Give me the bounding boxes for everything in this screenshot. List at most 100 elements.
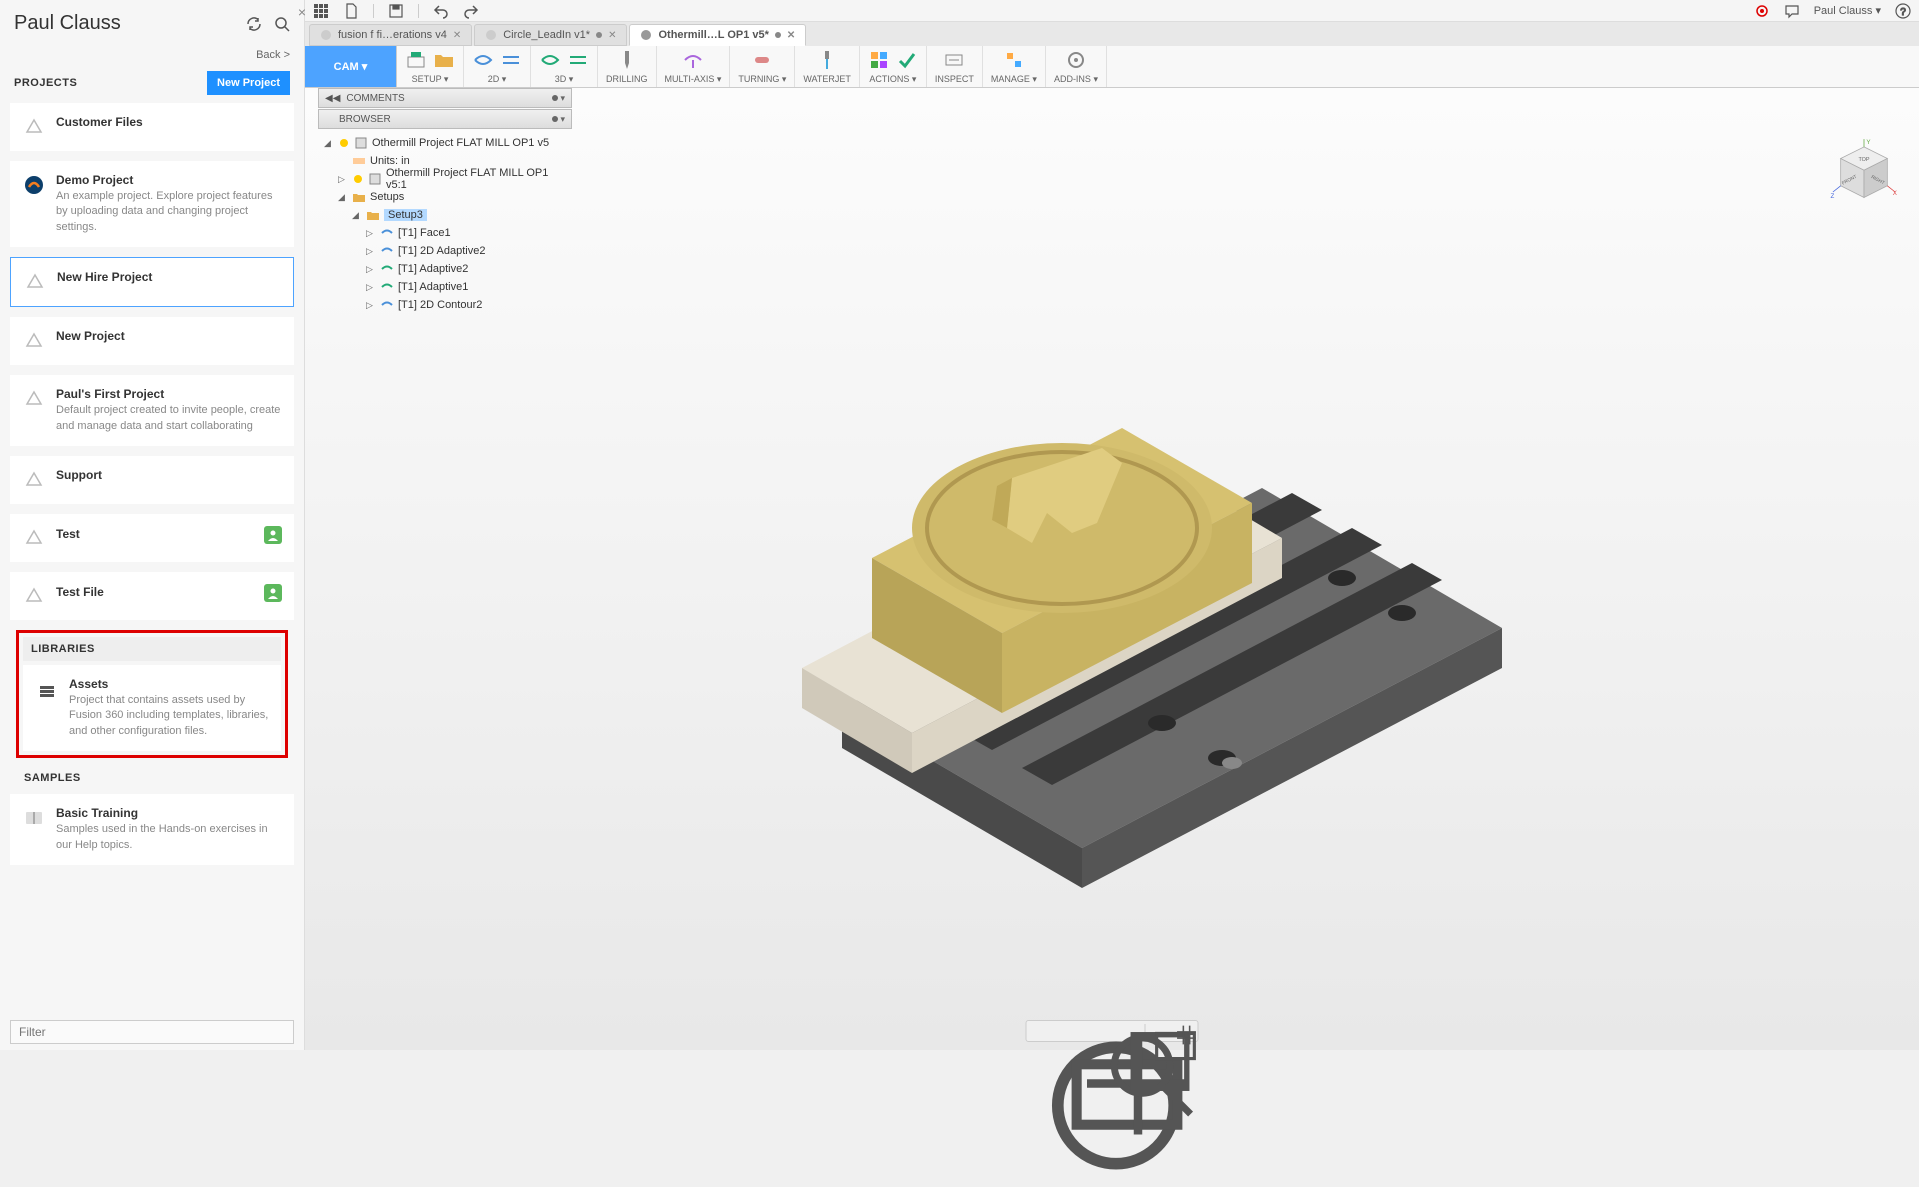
ribbon-group-addins[interactable]: ADD-INS ▾: [1046, 46, 1107, 87]
save-icon[interactable]: [388, 3, 404, 19]
tree-label: [T1] 2D Adaptive2: [398, 245, 485, 257]
chevron-down-icon[interactable]: ▾: [560, 93, 565, 104]
project-item[interactable]: Support: [10, 456, 294, 504]
tree-operation[interactable]: ▷ [T1] Adaptive2: [318, 260, 572, 278]
undo-icon[interactable]: [433, 3, 449, 19]
assets-icon: [35, 677, 59, 701]
tree-arrow-icon[interactable]: ▷: [366, 282, 376, 293]
orbit-icon[interactable]: [1035, 1024, 1049, 1038]
tree-arrow-icon[interactable]: ◢: [338, 192, 348, 203]
tree-arrow-icon[interactable]: ▷: [366, 300, 376, 311]
tree-arrow-icon[interactable]: ◢: [324, 138, 334, 149]
tree-arrow-icon[interactable]: ▷: [338, 174, 348, 185]
ribbon-group-turning[interactable]: TURNING ▾: [730, 46, 795, 87]
separator: [418, 4, 419, 18]
comments-label: COMMENTS: [346, 93, 404, 104]
sample-item[interactable]: Basic Training Samples used in the Hands…: [10, 794, 294, 865]
tree-operation[interactable]: ▷ [T1] Adaptive1: [318, 278, 572, 296]
project-item[interactable]: New Project: [10, 317, 294, 365]
visibility-bulb-icon[interactable]: [338, 137, 350, 149]
refresh-icon[interactable]: [246, 16, 262, 32]
document-tab[interactable]: Circle_LeadIn v1* ✕: [474, 24, 627, 46]
user-menu[interactable]: Paul Clauss ▾: [1814, 4, 1881, 17]
filter-input[interactable]: [10, 1020, 294, 1044]
svg-text:?: ?: [1900, 7, 1906, 18]
project-name: New Project: [56, 329, 282, 343]
ribbon-group-waterjet[interactable]: WATERJET: [795, 46, 860, 87]
project-item[interactable]: Customer Files: [10, 103, 294, 151]
project-list: Customer Files Demo Project An example p…: [0, 103, 304, 1014]
visibility-bulb-icon[interactable]: [352, 173, 364, 185]
folder-icon: [366, 208, 380, 222]
tree-operation[interactable]: ▷ [T1] 2D Contour2: [318, 296, 572, 314]
tree-root[interactable]: ◢ Othermill Project FLAT MILL OP1 v5: [318, 134, 572, 152]
tab-close-icon[interactable]: ✕: [608, 30, 616, 41]
svg-text:TOP: TOP: [1858, 157, 1869, 163]
tree-operation[interactable]: ▷ [T1] 2D Adaptive2: [318, 242, 572, 260]
project-item[interactable]: Demo Project An example project. Explore…: [10, 161, 294, 247]
close-panel-icon[interactable]: ×: [298, 4, 306, 20]
tree-arrow-icon[interactable]: ▷: [366, 246, 376, 257]
ribbon-group-3d[interactable]: 3D ▾: [531, 46, 598, 87]
comments-panel-header[interactable]: ◀◀ COMMENTS ▾: [318, 88, 572, 108]
browser-label: BROWSER: [339, 114, 391, 125]
tree-arrow-icon[interactable]: ▷: [366, 264, 376, 275]
project-item[interactable]: Paul's First Project Default project cre…: [10, 375, 294, 446]
ribbon-group-2d[interactable]: 2D ▾: [464, 46, 531, 87]
workspace-switcher[interactable]: CAM ▾: [305, 46, 397, 87]
ribbon-group-drilling[interactable]: DRILLING: [598, 46, 657, 87]
document-tab[interactable]: fusion f fi…erations v4 ✕: [309, 24, 472, 46]
library-item-assets[interactable]: Assets Project that contains assets used…: [23, 665, 281, 751]
view-cube[interactable]: TOP FRONT RIGHT X Y Z: [1829, 138, 1899, 218]
search-icon[interactable]: [274, 16, 290, 32]
zoom-icon[interactable]: [1101, 1024, 1115, 1038]
project-item-selected[interactable]: New Hire Project: [10, 257, 294, 307]
panel-options-icon[interactable]: [552, 116, 558, 122]
tree-arrow-icon[interactable]: ▷: [366, 228, 376, 239]
project-triangle-icon: [22, 329, 46, 353]
help-icon[interactable]: ?: [1895, 3, 1911, 19]
inspect-icon: [943, 49, 965, 71]
project-name: New Hire Project: [57, 270, 281, 284]
fit-icon[interactable]: [1123, 1024, 1137, 1038]
pan-icon[interactable]: [1079, 1024, 1093, 1038]
ribbon-group-inspect[interactable]: INSPECT: [927, 46, 983, 87]
display-icon[interactable]: [1154, 1024, 1168, 1038]
look-icon[interactable]: [1057, 1024, 1071, 1038]
panel-options-icon[interactable]: [552, 95, 558, 101]
record-icon[interactable]: [1754, 3, 1770, 19]
2d-icon2: [500, 49, 522, 71]
toolpath-icon: [380, 262, 394, 276]
tree-component[interactable]: ▷ Othermill Project FLAT MILL OP1 v5:1: [318, 170, 572, 188]
tree-arrow-icon[interactable]: ◢: [352, 210, 362, 221]
collapse-icon[interactable]: ◀◀: [325, 93, 340, 104]
tab-close-icon[interactable]: ✕: [787, 30, 795, 41]
tab-label: Othermill…L OP1 v5*: [658, 29, 768, 41]
ribbon-group-actions[interactable]: ACTIONS ▾: [860, 46, 927, 87]
browser-tree: ◢ Othermill Project FLAT MILL OP1 v5 Uni…: [318, 130, 572, 318]
comment-icon[interactable]: [1784, 3, 1800, 19]
toolpath-icon: [380, 280, 394, 294]
sample-name: Basic Training: [56, 806, 282, 820]
browser-panel-header[interactable]: BROWSER ▾: [318, 109, 572, 129]
ribbon-group-setup[interactable]: SETUP ▾: [397, 46, 464, 87]
back-link[interactable]: Back >: [0, 47, 304, 63]
project-item[interactable]: Test: [10, 514, 294, 562]
grid-icon[interactable]: [313, 3, 329, 19]
redo-icon[interactable]: [463, 3, 479, 19]
user-badge-icon: [264, 584, 282, 602]
tree-operation[interactable]: ▷ [T1] Face1: [318, 224, 572, 242]
ribbon-group-manage[interactable]: MANAGE ▾: [983, 46, 1046, 87]
fusion-tab-icon: [640, 29, 652, 41]
file-icon[interactable]: [343, 3, 359, 19]
ribbon-group-multiaxis[interactable]: MULTI-AXIS ▾: [657, 46, 731, 87]
project-item[interactable]: Test File: [10, 572, 294, 620]
tab-close-icon[interactable]: ✕: [453, 30, 461, 41]
grid-settings-icon[interactable]: [1176, 1024, 1190, 1038]
document-tab-active[interactable]: Othermill…L OP1 v5* ✕: [629, 24, 806, 46]
tree-label: Othermill Project FLAT MILL OP1 v5: [372, 137, 549, 149]
setup-icon: [405, 49, 427, 71]
new-project-button[interactable]: New Project: [207, 71, 290, 95]
chevron-down-icon[interactable]: ▾: [560, 114, 565, 125]
tree-setup[interactable]: ◢ Setup3: [318, 206, 572, 224]
